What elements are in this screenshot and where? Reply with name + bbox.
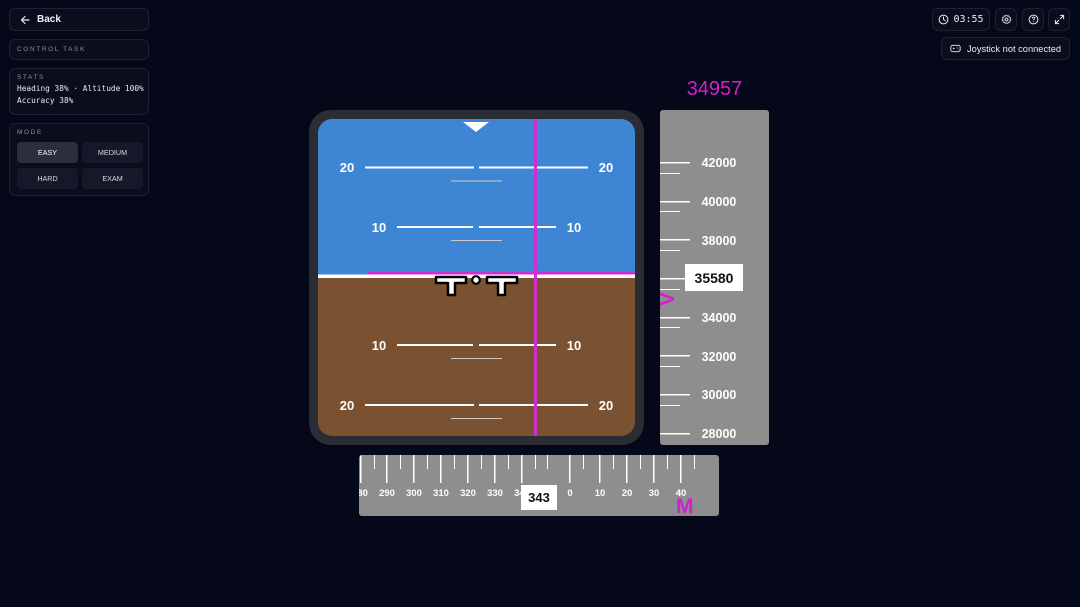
hdg-tick-330: 330 — [487, 488, 503, 499]
joystick-status-text: Joystick not connected — [967, 43, 1062, 54]
fullscreen-button[interactable] — [1048, 8, 1070, 31]
timer-display: 03:55 — [932, 8, 990, 31]
pitch-label-down-20-left: 20 — [340, 398, 354, 413]
altitude-tape: 42000 40000 38000 34000 32000 30000 2800… — [660, 110, 769, 445]
pitch-label-up-20-left: 20 — [340, 160, 354, 175]
pitch-label-down-10-left: 10 — [372, 338, 386, 353]
alt-tick-30000: 30000 — [702, 388, 737, 402]
mode-caption: MODE — [17, 129, 43, 136]
heading-tape: 280 290 300 310 320 330 340 0 10 20 30 4… — [359, 455, 719, 516]
hdg-tick-300: 300 — [406, 488, 422, 499]
settings-icon — [1001, 14, 1011, 24]
pitch-label-up-10-left: 10 — [372, 220, 386, 235]
current-altitude: 35580 — [695, 270, 734, 286]
heading-target-bug: M — [676, 495, 694, 518]
hdg-tick-320: 320 — [460, 488, 476, 499]
alt-tick-34000: 34000 — [702, 311, 737, 325]
current-heading: 343 — [528, 490, 550, 505]
joystick-status: Joystick not connected — [941, 37, 1070, 60]
alt-tick-28000: 28000 — [702, 427, 737, 441]
pitch-label-up-20-right: 20 — [599, 160, 613, 175]
hdg-tick-20: 20 — [622, 488, 633, 499]
mode-hard-button[interactable]: HARD — [17, 168, 78, 189]
hdg-tick-10: 10 — [595, 488, 606, 499]
hdg-tick-0: 0 — [567, 488, 572, 499]
stats-panel: STATS Heading 38% · Altitude 100% Accura… — [9, 68, 149, 115]
control-task-caption: CONTROL TASK — [17, 46, 86, 53]
settings-button[interactable] — [995, 8, 1017, 31]
alt-tick-38000: 38000 — [702, 234, 737, 248]
gamepad-icon — [950, 44, 961, 53]
ground — [318, 277, 635, 436]
stats-line-1: Heading 38% · Altitude 100% — [17, 84, 144, 93]
hdg-tick-30: 30 — [649, 488, 660, 499]
altitude-tape-svg: 42000 40000 38000 34000 32000 30000 2800… — [660, 156, 743, 441]
mode-exam-button[interactable]: EXAM — [82, 168, 143, 189]
alt-tick-42000: 42000 — [702, 156, 737, 170]
mode-medium-button[interactable]: MEDIUM — [82, 142, 143, 163]
heading-tape-svg: 280 290 300 310 320 330 340 0 10 20 30 4… — [359, 455, 695, 510]
hdg-tick-290: 290 — [379, 488, 395, 499]
help-icon — [1028, 14, 1038, 25]
altitude-target-bug: V — [660, 292, 679, 306]
hdg-tick-280: 280 — [359, 488, 368, 499]
mode-panel: MODE EASY MEDIUM HARD EXAM — [9, 123, 149, 196]
pitch-label-up-10-right: 10 — [567, 220, 581, 235]
alt-tick-32000: 32000 — [702, 350, 737, 364]
back-label: Back — [37, 14, 61, 25]
heading-guide-line — [534, 119, 537, 436]
help-button[interactable] — [1022, 8, 1044, 31]
stats-caption: STATS — [17, 74, 45, 81]
timer-value: 03:55 — [953, 14, 984, 25]
mode-easy-button[interactable]: EASY — [17, 142, 78, 163]
fullscreen-icon — [1054, 14, 1064, 25]
target-altitude: 34957 — [686, 78, 743, 100]
alt-tick-40000: 40000 — [702, 195, 737, 209]
sky — [318, 119, 635, 277]
clock-icon — [939, 14, 949, 25]
pitch-label-down-20-right: 20 — [599, 398, 613, 413]
attitude-indicator: 20 20 10 10 10 10 20 20 — [318, 119, 635, 436]
pitch-guide-line — [368, 271, 635, 275]
stats-line-2: Accuracy 38% — [17, 96, 74, 105]
arrow-left-icon — [20, 15, 30, 24]
pitch-label-down-10-right: 10 — [567, 338, 581, 353]
back-button[interactable]: Back — [9, 8, 149, 31]
hdg-tick-310: 310 — [433, 488, 449, 499]
control-task-panel: CONTROL TASK — [9, 39, 149, 60]
attitude-svg: 20 20 10 10 10 10 20 20 — [318, 119, 635, 436]
